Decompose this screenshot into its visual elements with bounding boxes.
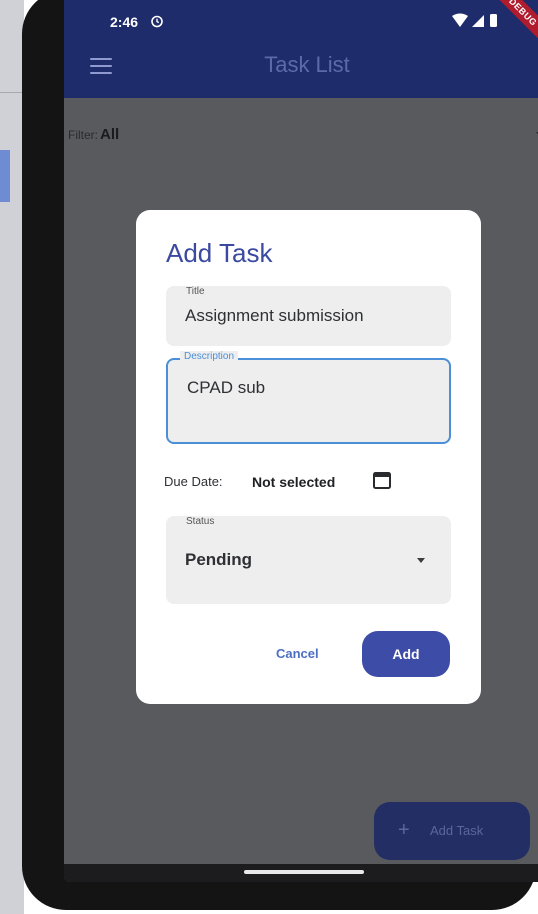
status-dropdown[interactable]: Status Pending [166, 516, 451, 604]
gutter-divider [0, 92, 24, 93]
alarm-icon [151, 15, 163, 28]
dialog-title: Add Task [166, 238, 273, 268]
gutter-accent [0, 150, 10, 202]
description-field[interactable]: Description CPAD sub [166, 351, 451, 444]
battery-icon [490, 14, 497, 27]
status-time: 2:46 [110, 14, 139, 30]
cancel-button[interactable]: Cancel [276, 646, 319, 661]
status-field-label: Status [186, 516, 215, 527]
signal-icon [472, 15, 484, 27]
add-task-dialog: Add Task Title Assignment submission Des… [136, 210, 481, 704]
phone-frame: 2:46 DEBUG Task List Filter: All Add Tas… [22, 0, 538, 910]
status-field-value: Pending [185, 550, 253, 569]
home-gesture-handle[interactable] [244, 870, 364, 874]
description-field-label: Description [180, 351, 239, 362]
navigation-bar [64, 864, 538, 882]
phone-screen: 2:46 DEBUG Task List Filter: All Add Tas… [64, 0, 538, 882]
due-date-label: Due Date: [164, 474, 223, 489]
status-icons [452, 13, 497, 27]
app-bar: 2:46 DEBUG Task List [64, 0, 538, 98]
title-field[interactable]: Title Assignment submission [166, 286, 451, 346]
host-window-gutter [0, 0, 24, 914]
chevron-down-icon [417, 558, 425, 563]
wifi-icon [452, 13, 468, 27]
filter-value: All [100, 126, 120, 143]
add-task-fab[interactable]: + Add Task [374, 802, 530, 860]
fab-label: Add Task [430, 823, 484, 838]
filter-dropdown[interactable]: Filter: All [68, 126, 538, 146]
due-date-value: Not selected [252, 474, 336, 490]
title-field-value: Assignment submission [185, 306, 364, 325]
calendar-icon[interactable] [372, 470, 392, 490]
page-title: Task List [264, 52, 350, 77]
description-field-value: CPAD sub [187, 378, 266, 397]
filter-label: Filter: [68, 128, 98, 142]
title-field-label: Title [186, 286, 205, 297]
due-date-row: Due Date: Not selected [164, 470, 454, 494]
add-button[interactable]: Add [362, 631, 450, 677]
plus-icon: + [398, 819, 410, 841]
